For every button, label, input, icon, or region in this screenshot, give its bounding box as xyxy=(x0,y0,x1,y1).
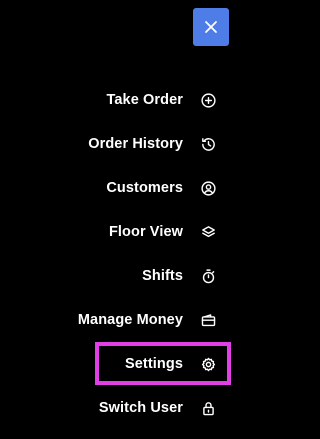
menu-item-label: Manage Money xyxy=(77,312,183,328)
menu-item-switch-user[interactable]: Switch User xyxy=(0,386,243,430)
menu-item-label: Shifts xyxy=(142,268,183,284)
menu-item-label: Settings xyxy=(125,356,183,372)
menu-item-settings[interactable]: Settings xyxy=(0,342,243,386)
menu-item-take-order[interactable]: Take Order xyxy=(0,78,243,122)
close-icon xyxy=(205,21,217,33)
user-circle-icon xyxy=(199,179,217,197)
wallet-icon xyxy=(199,311,217,329)
close-button[interactable] xyxy=(193,8,229,46)
menu-item-label: Floor View xyxy=(108,224,183,240)
gear-icon xyxy=(199,355,217,373)
menu-item-label: Switch User xyxy=(98,400,183,416)
lock-icon xyxy=(199,399,217,417)
menu-item-label: Order History xyxy=(88,136,183,152)
menu-item-floor-view[interactable]: Floor View xyxy=(0,210,243,254)
menu-item-label: Take Order xyxy=(106,92,183,108)
plus-circle-icon xyxy=(199,91,217,109)
stopwatch-icon xyxy=(199,267,217,285)
history-icon xyxy=(199,135,217,153)
menu-item-manage-money[interactable]: Manage Money xyxy=(0,298,243,342)
menu-item-label: Customers xyxy=(106,180,183,196)
menu-item-customers[interactable]: Customers xyxy=(0,166,243,210)
layers-icon xyxy=(199,223,217,241)
menu-item-shifts[interactable]: Shifts xyxy=(0,254,243,298)
menu-item-order-history[interactable]: Order History xyxy=(0,122,243,166)
